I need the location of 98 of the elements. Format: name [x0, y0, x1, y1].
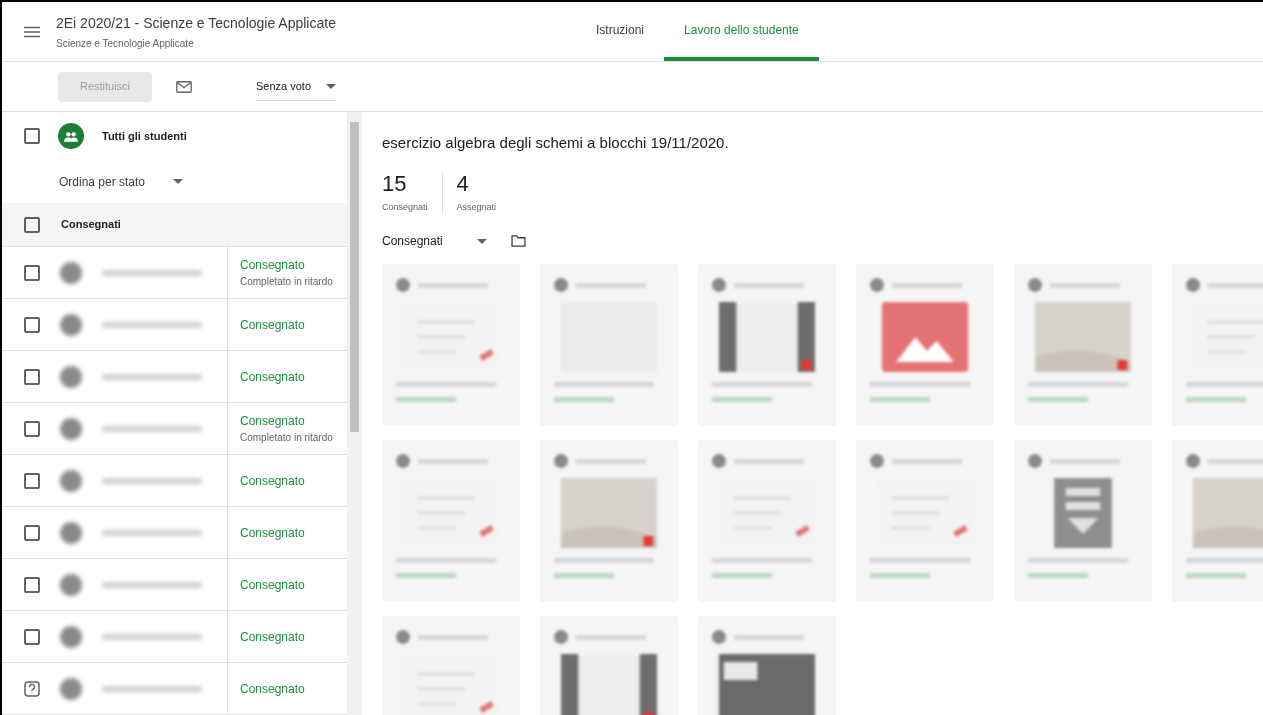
avatar — [396, 630, 410, 644]
blurred-status — [396, 573, 456, 578]
stat-label: Consegnati — [382, 200, 428, 214]
checkbox[interactable] — [24, 368, 40, 385]
blurred-name — [892, 282, 962, 288]
checkbox[interactable] — [24, 128, 40, 145]
help-icon — [24, 680, 40, 697]
checkbox[interactable] — [24, 216, 40, 233]
class-subtitle: Scienze e Tecnologie Applicate — [56, 36, 195, 51]
blurred-status — [712, 397, 772, 402]
blurred-name — [576, 458, 646, 464]
checkbox[interactable] — [24, 264, 40, 281]
caret-icon — [476, 238, 487, 244]
avatar — [554, 278, 568, 292]
checkbox[interactable] — [24, 420, 40, 437]
avatar — [60, 469, 82, 492]
blurred-name — [1050, 282, 1120, 288]
checkbox[interactable] — [24, 316, 40, 333]
avatar — [396, 454, 410, 468]
blurred-name — [418, 634, 488, 640]
status-text: Consegnato — [240, 316, 306, 334]
all-students-label: Tutti gli studenti — [102, 129, 187, 145]
status-text: Consegnato — [240, 576, 306, 594]
checkbox[interactable] — [24, 524, 40, 541]
stat-label: Assegnati — [456, 200, 497, 214]
blurred-status — [1186, 573, 1246, 578]
checkbox[interactable] — [24, 628, 40, 645]
blurred-name — [1208, 282, 1263, 288]
blurred-name — [418, 458, 488, 464]
assignment-title: esercizio algebra degli schemi a blocchi 19/11/2020. — [382, 133, 730, 153]
status-text: Consegnato — [240, 368, 306, 386]
stat-value: 15 — [382, 170, 408, 197]
status-text: Consegnato — [240, 413, 306, 430]
blurred-status — [554, 397, 614, 402]
blurred-status — [870, 573, 930, 578]
folder-icon[interactable] — [510, 235, 526, 247]
blurred-name — [418, 282, 488, 288]
filter-select[interactable]: Consegnati — [382, 232, 487, 250]
group-label: Consegnati — [61, 217, 121, 233]
avatar — [60, 573, 82, 596]
avatar — [1186, 278, 1200, 292]
group-icon — [58, 123, 84, 150]
status-text: Consegnato — [240, 257, 306, 274]
blurred-name — [576, 634, 646, 640]
status-text: Consegnato — [240, 472, 306, 490]
checkbox[interactable] — [24, 576, 40, 593]
submission-card[interactable] — [698, 264, 836, 426]
blurred-status — [396, 397, 456, 402]
mail-icon[interactable] — [176, 80, 192, 93]
grade-select[interactable]: Senza voto — [256, 72, 336, 101]
blurred-status — [554, 573, 614, 578]
blurred-name — [734, 634, 804, 640]
avatar — [60, 261, 82, 284]
late-note: Completato in ritardo — [240, 275, 334, 289]
status-text: Consegnato — [240, 680, 306, 698]
blurred-name — [1050, 458, 1120, 464]
blurred-status — [870, 397, 930, 402]
checkbox[interactable] — [24, 472, 40, 489]
blurred-status — [1186, 397, 1246, 402]
blurred-name — [1208, 458, 1263, 464]
submission-card[interactable] — [1014, 440, 1152, 602]
avatar — [1028, 454, 1042, 468]
scrollbar[interactable] — [347, 112, 362, 715]
avatar — [60, 417, 82, 440]
tab[interactable]: Istruzioni — [576, 2, 665, 61]
blurred-status — [712, 573, 772, 578]
tab[interactable]: Lavoro dello studente — [664, 2, 819, 61]
avatar — [60, 365, 82, 388]
blurred-status — [1028, 573, 1088, 578]
sort-select[interactable]: Ordina per stato — [59, 172, 184, 191]
submission-card[interactable] — [856, 264, 994, 426]
avatar — [60, 625, 82, 648]
avatar — [870, 454, 884, 468]
avatar — [1028, 278, 1042, 292]
avatar — [712, 454, 726, 468]
avatar — [712, 630, 726, 644]
avatar — [396, 278, 410, 292]
status-text: Consegnato — [240, 524, 306, 542]
blurred-name — [734, 458, 804, 464]
avatar — [870, 278, 884, 292]
menu-icon[interactable] — [24, 25, 40, 38]
avatar — [554, 454, 568, 468]
avatar — [60, 677, 82, 700]
caret-icon — [326, 83, 336, 89]
blurred-status — [1028, 397, 1088, 402]
status-text: Consegnato — [240, 628, 306, 646]
class-title: 2Ei 2020/21 - Scienze e Tecnologie Applicate — [56, 13, 337, 33]
avatar — [60, 313, 82, 336]
avatar — [554, 630, 568, 644]
caret-icon — [173, 179, 184, 185]
avatar — [60, 521, 82, 544]
blurred-name — [734, 282, 804, 288]
stat-value: 4 — [456, 170, 470, 197]
avatar — [1186, 454, 1200, 468]
blurred-name — [892, 458, 962, 464]
blurred-name — [576, 282, 646, 288]
avatar — [712, 278, 726, 292]
late-note: Completato in ritardo — [240, 431, 334, 445]
